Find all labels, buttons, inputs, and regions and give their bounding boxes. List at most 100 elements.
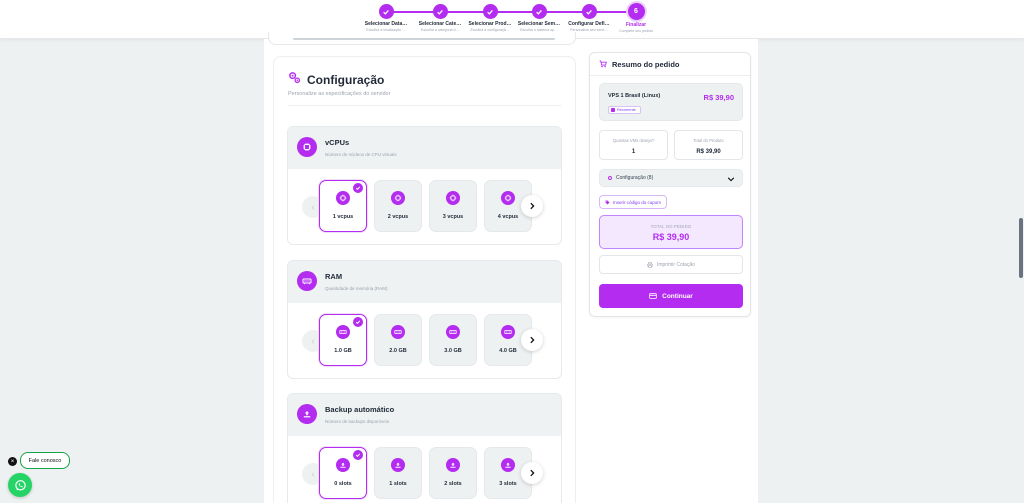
cpu-icon — [297, 137, 317, 157]
section-header: Backup automático Número de backups disp… — [288, 394, 561, 436]
option-card[interactable]: 3 vcpus — [429, 180, 477, 232]
memory-icon — [501, 325, 515, 339]
option-label: 3 slots — [499, 481, 517, 487]
option-card[interactable]: 1 slots — [374, 447, 422, 499]
option-card[interactable]: 1 vcpus — [319, 180, 367, 232]
configuration-title: Configuração — [307, 73, 385, 87]
product-total-box: Total do Produto R$ 39,90 — [674, 130, 743, 160]
chevron-down-icon — [727, 177, 735, 182]
step-6[interactable]: 6 Finalizar Complete seu pedido — [601, 3, 671, 33]
chat-bubble-label: Fale conosco — [28, 457, 62, 464]
continue-button[interactable]: Continuar — [599, 284, 743, 308]
whatsapp-icon — [14, 479, 26, 491]
section-title: vCPUs — [325, 138, 350, 147]
chevron-right-icon — [530, 469, 535, 477]
quantity-value: 1 — [631, 149, 636, 155]
continue-label: Continuar — [662, 292, 693, 300]
check-icon — [432, 4, 448, 19]
previous-card-edge — [268, 32, 576, 45]
summary-title: Resumo do pedido — [612, 59, 680, 69]
print-label: Imprimir Cotação — [656, 261, 696, 268]
order-total-box: TOTAL DO PEDIDO R$ 39,90 — [599, 215, 743, 249]
whatsapp-button[interactable] — [8, 473, 32, 497]
product-name: VPS 1 Brasil (Linux) — [608, 93, 661, 99]
check-icon — [378, 4, 394, 19]
option-label: 1 vcpus — [332, 214, 354, 220]
cpu-icon — [446, 191, 460, 205]
gear-icon — [608, 176, 612, 180]
options-carousel: ‹ 0 slots 1 slots 2 slots 3 slots — [288, 436, 561, 503]
upload-icon — [446, 458, 460, 472]
section-subtitle: Número de backups disponíveis — [325, 419, 390, 424]
section-title: RAM — [325, 272, 343, 281]
printer-icon — [647, 261, 653, 268]
check-icon — [581, 4, 597, 19]
option-card[interactable]: 3.0 GB — [429, 314, 477, 366]
order-total-value: R$ 39,90 — [652, 232, 690, 242]
check-icon — [531, 4, 547, 19]
upload-icon — [391, 458, 405, 472]
gears-icon — [288, 71, 301, 89]
upload-icon — [501, 458, 515, 472]
option-label: 2 slots — [444, 481, 462, 487]
calendar-icon — [611, 108, 615, 112]
cpu-icon — [501, 191, 515, 205]
check-icon — [353, 317, 363, 327]
summary-header: Resumo do pedido — [590, 53, 750, 76]
option-card[interactable]: 1.0 GB — [319, 314, 367, 366]
coupon-button[interactable]: Inserir código do cupom — [599, 195, 668, 209]
memory-icon — [446, 325, 460, 339]
cpu-icon — [336, 191, 350, 205]
backup-section: Backup automático Número de backups disp… — [287, 393, 562, 503]
chevron-left-icon: ‹ — [311, 336, 315, 346]
section-header: RAM Quantidade de memória (RAM) — [288, 261, 561, 303]
option-card[interactable]: 2 vcpus — [374, 180, 422, 232]
order-summary: Resumo do pedido VPS 1 Brasil (Linux) R$… — [589, 52, 751, 317]
chevron-left-icon: ‹ — [311, 202, 315, 212]
section-title: Backup automático — [325, 405, 395, 414]
order-total-label: TOTAL DO PEDIDO — [650, 224, 692, 229]
upload-icon — [297, 404, 317, 424]
product-item: VPS 1 Brasil (Linux) R$ 39,90 Recorrente — [599, 83, 743, 121]
section-subtitle: Quantidade de memória (RAM) — [325, 286, 388, 291]
credit-card-icon — [649, 293, 657, 299]
option-card[interactable]: 2.0 GB — [374, 314, 422, 366]
option-label: 1.0 GB — [334, 348, 352, 354]
configuration-subtitle: Personalize as especificações do servido… — [288, 91, 391, 97]
option-card[interactable]: 2 slots — [429, 447, 477, 499]
memory-icon — [336, 325, 350, 339]
carousel-next-button[interactable] — [521, 462, 543, 484]
option-label: 2.0 GB — [389, 348, 407, 354]
option-label: 4 vcpus — [497, 214, 519, 220]
dropdown-label: Configuração (8) — [616, 175, 654, 181]
chat-bubble[interactable]: Fale conosco — [20, 452, 70, 469]
option-label: 1 slots — [389, 481, 407, 487]
step-sub: Complete seu pedido — [619, 29, 653, 33]
option-label: 0 slots — [334, 481, 352, 487]
configuration-dropdown[interactable]: Configuração (8) — [599, 169, 743, 187]
ram-section: RAM Quantidade de memória (RAM) ‹ 1.0 GB… — [287, 260, 562, 379]
check-icon — [353, 450, 363, 460]
scrollbar-thumb[interactable] — [1019, 218, 1023, 278]
print-quote-button[interactable]: Imprimir Cotação — [599, 255, 743, 274]
option-label: 3.0 GB — [444, 348, 462, 354]
cpu-icon — [391, 191, 405, 205]
section-subtitle: Número de núcleos de CPU virtuais — [325, 152, 397, 157]
vcpus-section: vCPUs Número de núcleos de CPU virtuais … — [287, 126, 562, 245]
quantity-box[interactable]: Quantas VMs deseja? 1 — [599, 130, 668, 160]
carousel-next-button[interactable] — [521, 329, 543, 351]
divider — [288, 105, 561, 106]
option-label: 3 vcpus — [442, 214, 464, 220]
memory-icon — [391, 325, 405, 339]
recurring-badge: Recorrente — [608, 106, 641, 114]
quantity-label: Quantas VMs deseja? — [612, 138, 655, 143]
dropdown-label-wrap: Configuração (8) — [607, 175, 653, 181]
option-card[interactable]: 0 slots — [319, 447, 367, 499]
check-icon — [353, 183, 363, 193]
product-price: R$ 39,90 — [703, 93, 734, 102]
chevron-left-icon: ‹ — [311, 469, 315, 479]
step-number: 6 — [627, 3, 645, 20]
close-icon: × — [10, 458, 15, 465]
carousel-next-button[interactable] — [521, 195, 543, 217]
chat-close-button[interactable]: × — [8, 457, 17, 466]
